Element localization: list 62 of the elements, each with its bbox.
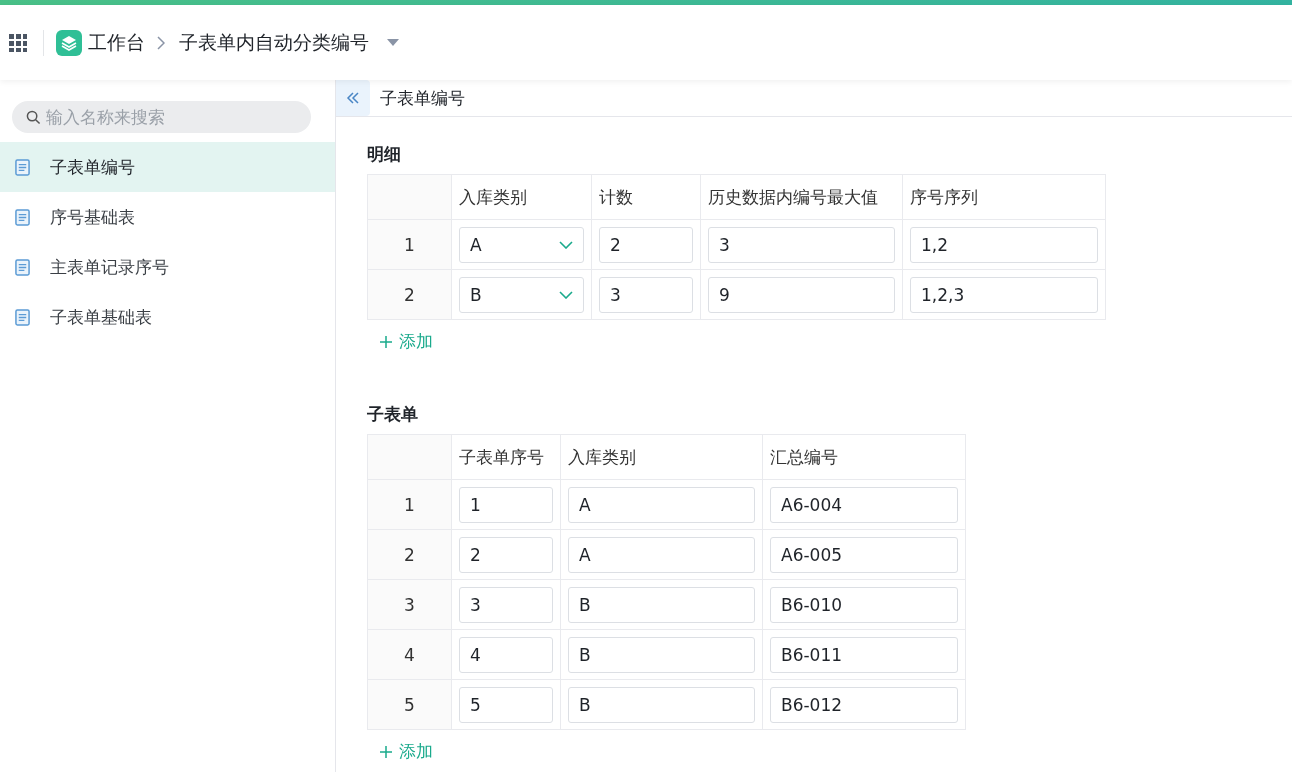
row-number: 3 [367,579,452,630]
app-grid-icon[interactable] [9,33,27,52]
column-header: 计数 [591,174,701,220]
input-field[interactable]: 3 [708,226,895,263]
input-field[interactable]: 2 [459,536,553,573]
collapse-button[interactable] [336,80,370,116]
form-title: 子表单编号 [380,86,465,110]
chevron-down-icon [559,240,573,249]
sidebar-item[interactable]: 序号基础表 [0,192,335,242]
column-header: 序号序列 [902,174,1106,220]
input-field[interactable]: A [568,536,755,573]
plus-icon [379,334,393,349]
breadcrumb-link[interactable]: 工作台 [88,29,145,56]
column-header: 汇总编号 [762,434,966,480]
column-header: 入库类别 [560,434,763,480]
select-field[interactable]: B [459,276,584,313]
input-field[interactable]: 1 [459,486,553,523]
input-field[interactable]: 2 [599,226,693,263]
stacked-layers-logo-icon [56,29,82,56]
search-field[interactable]: 输入名称来搜索 [12,101,311,133]
column-header: 入库类别 [451,174,592,220]
dropdown-caret-icon[interactable] [387,38,399,47]
input-field[interactable]: A [568,486,755,523]
section-title: 明细 [367,143,402,166]
input-field[interactable]: B [568,636,755,673]
input-field[interactable]: B [568,586,755,623]
column-header: 子表单序号 [451,434,561,480]
row-number: 2 [367,269,452,320]
input-field[interactable]: B6-012 [770,686,958,723]
input-field[interactable]: 5 [459,686,553,723]
document-icon [15,208,30,226]
column-header: 历史数据内编号最大值 [700,174,903,220]
document-icon [15,308,30,326]
document-icon [15,258,30,276]
row-number: 2 [367,529,452,580]
row-number: 1 [367,219,452,270]
input-field[interactable]: 3 [459,586,553,623]
input-field[interactable]: B [568,686,755,723]
row-number: 1 [367,479,452,530]
search-icon [26,110,41,125]
select-field[interactable]: A [459,226,584,263]
input-field[interactable]: 1,2 [910,226,1098,263]
sidebar-item[interactable]: 子表单基础表 [0,292,335,342]
page-title: 子表单内自动分类编号 [179,29,369,55]
input-field[interactable]: A6-004 [770,486,958,523]
input-field[interactable]: 9 [708,276,895,313]
chevron-down-icon [559,290,573,299]
double-chevron-left-icon [345,90,361,106]
document-icon [15,158,30,176]
sidebar-item[interactable]: 主表单记录序号 [0,242,335,292]
input-field[interactable]: A6-005 [770,536,958,573]
input-field[interactable]: B6-010 [770,586,958,623]
input-field[interactable]: 1,2,3 [910,276,1098,313]
section-title: 子表单 [367,403,419,426]
input-field[interactable]: B6-011 [770,636,958,673]
sidebar-item[interactable]: 子表单编号 [0,142,335,192]
chevron-right-icon [157,35,165,50]
input-field[interactable]: 4 [459,636,553,673]
row-number: 4 [367,629,452,680]
row-number: 5 [367,679,452,730]
input-field[interactable]: 3 [599,276,693,313]
plus-icon [379,744,393,759]
